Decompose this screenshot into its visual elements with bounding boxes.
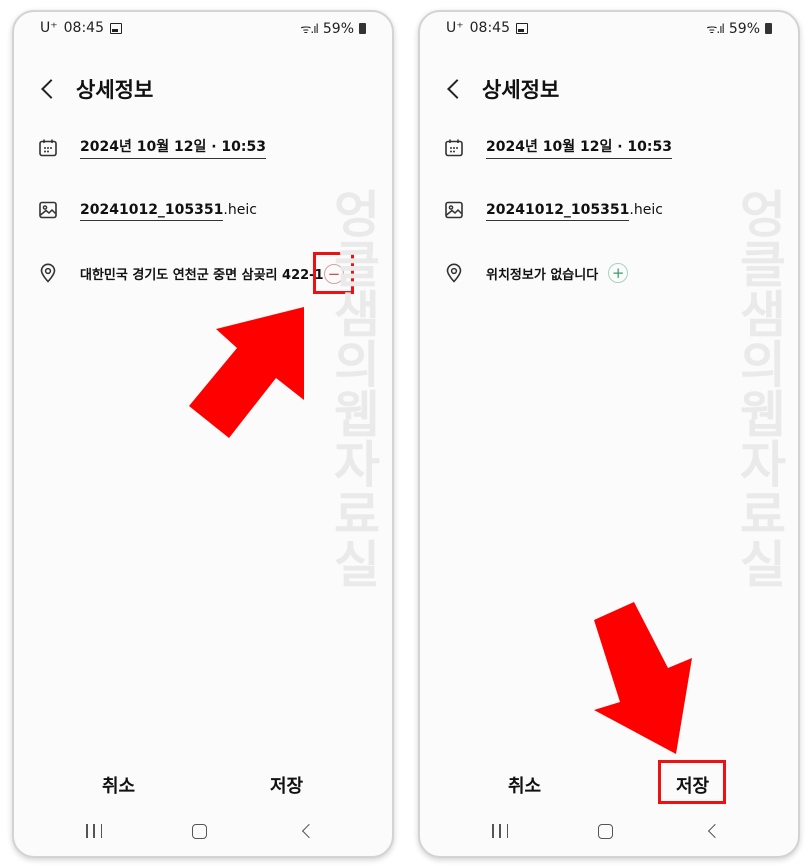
nav-back-icon[interactable]	[301, 823, 317, 839]
battery-icon	[765, 23, 772, 34]
nav-back-icon[interactable]	[707, 823, 723, 839]
location-value: 대한민국 경기도 연천군 중면 삼곶리 422-1	[80, 267, 324, 283]
location-value: 위치정보가 없습니다	[486, 267, 599, 283]
battery-percent: 59%	[728, 20, 760, 37]
image-icon	[444, 200, 464, 220]
image-icon	[38, 200, 58, 220]
signal-icon: ᯤ.ıl	[706, 22, 724, 36]
phone-screen-right: U⁺ 08:45 ᯤ.ıl 59% 상세정보 2024년 10월 12일 · 1…	[418, 10, 800, 858]
battery-percent: 59%	[322, 20, 354, 37]
cancel-button[interactable]: 취소	[102, 772, 135, 798]
watermark: 엉클샘의웹자료실	[730, 188, 788, 588]
file-row[interactable]: 20241012_105351.heic	[444, 200, 663, 221]
signal-icon: ᯤ.ıl	[300, 22, 318, 36]
bottom-actions: 취소 저장	[14, 768, 392, 798]
file-extension: .heic	[629, 202, 663, 218]
navigation-bar	[420, 822, 798, 842]
location-row: 대한민국 경기도 연천군 중면 삼곶리 422-1	[38, 263, 324, 283]
battery-icon	[359, 23, 366, 34]
phone-screen-left: U⁺ 08:45 ᯤ.ıl 59% 상세정보 2024년 10월 12일 · 1…	[12, 10, 394, 858]
file-extension: .heic	[223, 202, 257, 218]
location-row: 위치정보가 없습니다 +	[444, 263, 629, 283]
page-title: 상세정보	[76, 78, 154, 102]
screenshot-notification-icon	[110, 22, 122, 34]
clock: 08:45	[469, 20, 510, 36]
recent-apps-icon[interactable]	[492, 824, 508, 838]
save-button[interactable]: 저장	[270, 772, 303, 798]
back-chevron-icon[interactable]	[41, 79, 61, 99]
arrow-pointing-to-save	[594, 602, 692, 754]
status-bar: U⁺ 08:45 ᯤ.ıl 59%	[40, 18, 366, 38]
carrier-label: U⁺	[40, 20, 58, 36]
bottom-actions: 취소 저장	[420, 768, 798, 798]
clock: 08:45	[63, 20, 104, 36]
date-row[interactable]: 2024년 10월 12일 · 10:53	[38, 136, 266, 159]
home-icon[interactable]	[598, 824, 613, 839]
file-row[interactable]: 20241012_105351.heic	[38, 200, 257, 221]
watermark: 엉클샘의웹자료실	[324, 188, 382, 588]
arrow-pointing-to-remove	[189, 307, 304, 438]
home-icon[interactable]	[192, 824, 207, 839]
calendar-icon	[444, 138, 464, 158]
recent-apps-icon[interactable]	[86, 824, 102, 838]
location-pin-icon	[444, 263, 464, 283]
header: 상세정보	[444, 74, 559, 104]
date-value[interactable]: 2024년 10월 12일 · 10:53	[80, 136, 266, 159]
carrier-label: U⁺	[446, 20, 464, 36]
plus-circle-icon[interactable]: +	[608, 263, 629, 283]
calendar-icon	[38, 138, 58, 158]
date-row[interactable]: 2024년 10월 12일 · 10:53	[444, 136, 672, 159]
file-name[interactable]: 20241012_105351	[80, 202, 224, 221]
page-title: 상세정보	[482, 78, 560, 102]
date-value[interactable]: 2024년 10월 12일 · 10:53	[486, 136, 672, 159]
file-name[interactable]: 20241012_105351	[486, 202, 630, 221]
navigation-bar	[14, 822, 392, 842]
back-chevron-icon[interactable]	[447, 79, 467, 99]
header: 상세정보	[38, 74, 153, 104]
status-bar: U⁺ 08:45 ᯤ.ıl 59%	[446, 18, 772, 38]
cancel-button[interactable]: 취소	[508, 772, 541, 798]
highlight-box-save	[658, 760, 726, 804]
screenshot-notification-icon	[516, 22, 528, 34]
location-pin-icon	[38, 263, 58, 283]
